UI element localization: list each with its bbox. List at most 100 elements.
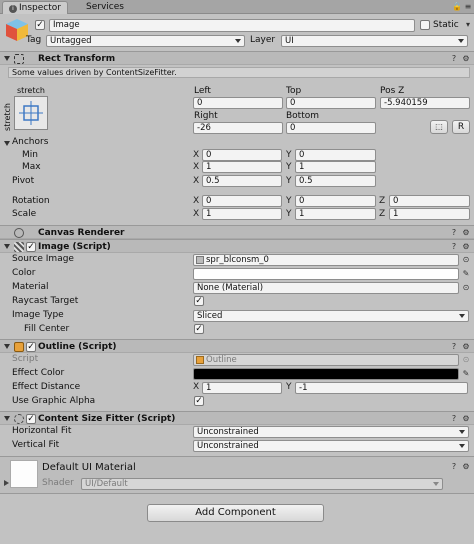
pivot-y-field[interactable]: 0.5 (295, 175, 376, 187)
anchor-min-y-field[interactable]: 0 (295, 149, 376, 161)
color-swatch[interactable] (193, 268, 459, 280)
material-name: Default UI Material (42, 462, 136, 473)
anchor-min-x-field[interactable]: 0 (202, 149, 282, 161)
lock-icon[interactable]: 🔒 (452, 2, 462, 12)
object-picker-icon[interactable]: ⊙ (461, 255, 471, 265)
help-icon[interactable]: ? (449, 342, 459, 352)
bottom-field[interactable]: 0 (286, 122, 376, 134)
rect-transform-header[interactable]: Rect Transform ? ⚙ (0, 51, 474, 65)
fold-icon[interactable] (4, 344, 10, 349)
effect-distance-label: Effect Distance (12, 382, 81, 392)
name-field[interactable]: Image (49, 19, 415, 32)
help-icon[interactable]: ? (449, 242, 459, 252)
gear-icon[interactable]: ⚙ (461, 54, 471, 64)
color-label: Color (12, 268, 36, 278)
scale-z-field[interactable]: 1 (389, 208, 470, 220)
use-graphic-alpha-checkbox[interactable]: ✓ (194, 396, 204, 406)
script-file-icon (196, 356, 204, 364)
material-label: Material (12, 282, 49, 292)
help-icon[interactable]: ? (449, 462, 459, 472)
posz-field[interactable]: -5.940159 (380, 97, 470, 109)
x-label: X (193, 196, 200, 206)
anchor-max-y-field[interactable]: 1 (295, 161, 376, 173)
active-checkbox[interactable]: ✓ (35, 20, 45, 30)
vertical-fit-dropdown[interactable]: Unconstrained (193, 440, 469, 452)
section-title: Rect Transform (38, 54, 116, 64)
script-field: Outline (193, 354, 459, 366)
chevron-down-icon (459, 430, 465, 434)
help-icon[interactable]: ? (449, 228, 459, 238)
horizontal-fit-label: Horizontal Fit (12, 426, 72, 436)
horizontal-fit-dropdown[interactable]: Unconstrained (193, 426, 469, 438)
effect-distance-y-field[interactable]: -1 (295, 382, 468, 394)
source-image-value: spr_blconsm_0 (206, 255, 269, 265)
layout-icon (14, 414, 24, 424)
right-field[interactable]: -26 (193, 122, 283, 134)
sprite-icon (196, 256, 204, 264)
fitter-enabled-checkbox[interactable]: ✓ (26, 414, 36, 424)
pivot-x-field[interactable]: 0.5 (202, 175, 282, 187)
script-icon (14, 342, 24, 352)
tag-dropdown[interactable]: Untagged (46, 35, 245, 47)
image-type-dropdown[interactable]: Sliced (193, 310, 469, 322)
image-type-label: Image Type (12, 310, 64, 320)
scale-x-field[interactable]: 1 (202, 208, 282, 220)
layer-label: Layer (250, 35, 276, 45)
fill-center-checkbox[interactable]: ✓ (194, 324, 204, 334)
anchors-fold-icon[interactable] (4, 141, 10, 146)
raw-edit-button[interactable]: R (452, 120, 470, 134)
effect-distance-x-field[interactable]: 1 (202, 382, 282, 394)
tab-services[interactable]: Services (80, 1, 130, 14)
top-field[interactable]: 0 (286, 97, 376, 109)
source-image-field[interactable]: spr_blconsm_0 (193, 254, 459, 266)
gear-icon[interactable]: ⚙ (461, 414, 471, 424)
image-script-header[interactable]: ✓ Image (Script) ? ⚙ (0, 239, 474, 253)
chevron-down-icon (458, 39, 464, 43)
z-label: Z (379, 209, 386, 219)
gear-icon[interactable]: ⚙ (461, 342, 471, 352)
y-label: Y (286, 382, 292, 392)
content-size-fitter-header[interactable]: ✓ Content Size Fitter (Script) ? ⚙ (0, 411, 474, 425)
rotation-x-field[interactable]: 0 (202, 195, 282, 207)
gear-icon[interactable]: ⚙ (461, 242, 471, 252)
menu-icon[interactable]: ≡ (463, 2, 473, 12)
canvas-renderer-header[interactable]: Canvas Renderer ? ⚙ (0, 225, 474, 239)
blueprint-mode-button[interactable]: ⬚ (430, 120, 448, 134)
scale-y-field[interactable]: 1 (295, 208, 376, 220)
help-icon[interactable]: ? (449, 414, 459, 424)
outline-script-header[interactable]: ✓ Outline (Script) ? ⚙ (0, 339, 474, 353)
tab-bar: i Inspector Services 🔒 ≡ (0, 0, 474, 14)
effect-color-swatch[interactable] (193, 368, 459, 380)
z-label: Z (379, 196, 386, 206)
gear-icon[interactable]: ⚙ (461, 228, 471, 238)
tab-label: Services (86, 2, 124, 12)
object-picker-icon[interactable]: ⊙ (461, 283, 471, 293)
image-type-value: Sliced (197, 311, 223, 321)
eyedropper-icon[interactable]: ✎ (461, 269, 471, 279)
fold-icon[interactable] (4, 244, 10, 249)
horizontal-fit-value: Unconstrained (197, 427, 259, 437)
chevron-down-icon[interactable]: ▾ (463, 20, 473, 30)
outline-enabled-checkbox[interactable]: ✓ (26, 342, 36, 352)
section-title: Content Size Fitter (Script) (38, 414, 176, 424)
raycast-target-checkbox[interactable]: ✓ (194, 296, 204, 306)
help-icon[interactable]: ? (449, 54, 459, 64)
fold-icon[interactable] (4, 480, 9, 486)
layer-dropdown[interactable]: UI (281, 35, 468, 47)
left-header: Left (194, 86, 211, 96)
fold-icon[interactable] (4, 416, 10, 421)
anchor-presets-button[interactable] (14, 96, 48, 130)
info-icon: i (9, 5, 17, 13)
material-field[interactable]: None (Material) (193, 282, 459, 294)
static-checkbox[interactable] (420, 20, 430, 30)
tab-inspector[interactable]: i Inspector (2, 1, 68, 14)
gear-icon[interactable]: ⚙ (461, 462, 471, 472)
anchor-max-x-field[interactable]: 1 (202, 161, 282, 173)
image-enabled-checkbox[interactable]: ✓ (26, 242, 36, 252)
rotation-z-field[interactable]: 0 (389, 195, 470, 207)
add-component-button[interactable]: Add Component (147, 504, 324, 522)
left-field[interactable]: 0 (193, 97, 283, 109)
eyedropper-icon[interactable]: ✎ (461, 369, 471, 379)
rotation-y-field[interactable]: 0 (295, 195, 376, 207)
fold-icon[interactable] (4, 56, 10, 61)
